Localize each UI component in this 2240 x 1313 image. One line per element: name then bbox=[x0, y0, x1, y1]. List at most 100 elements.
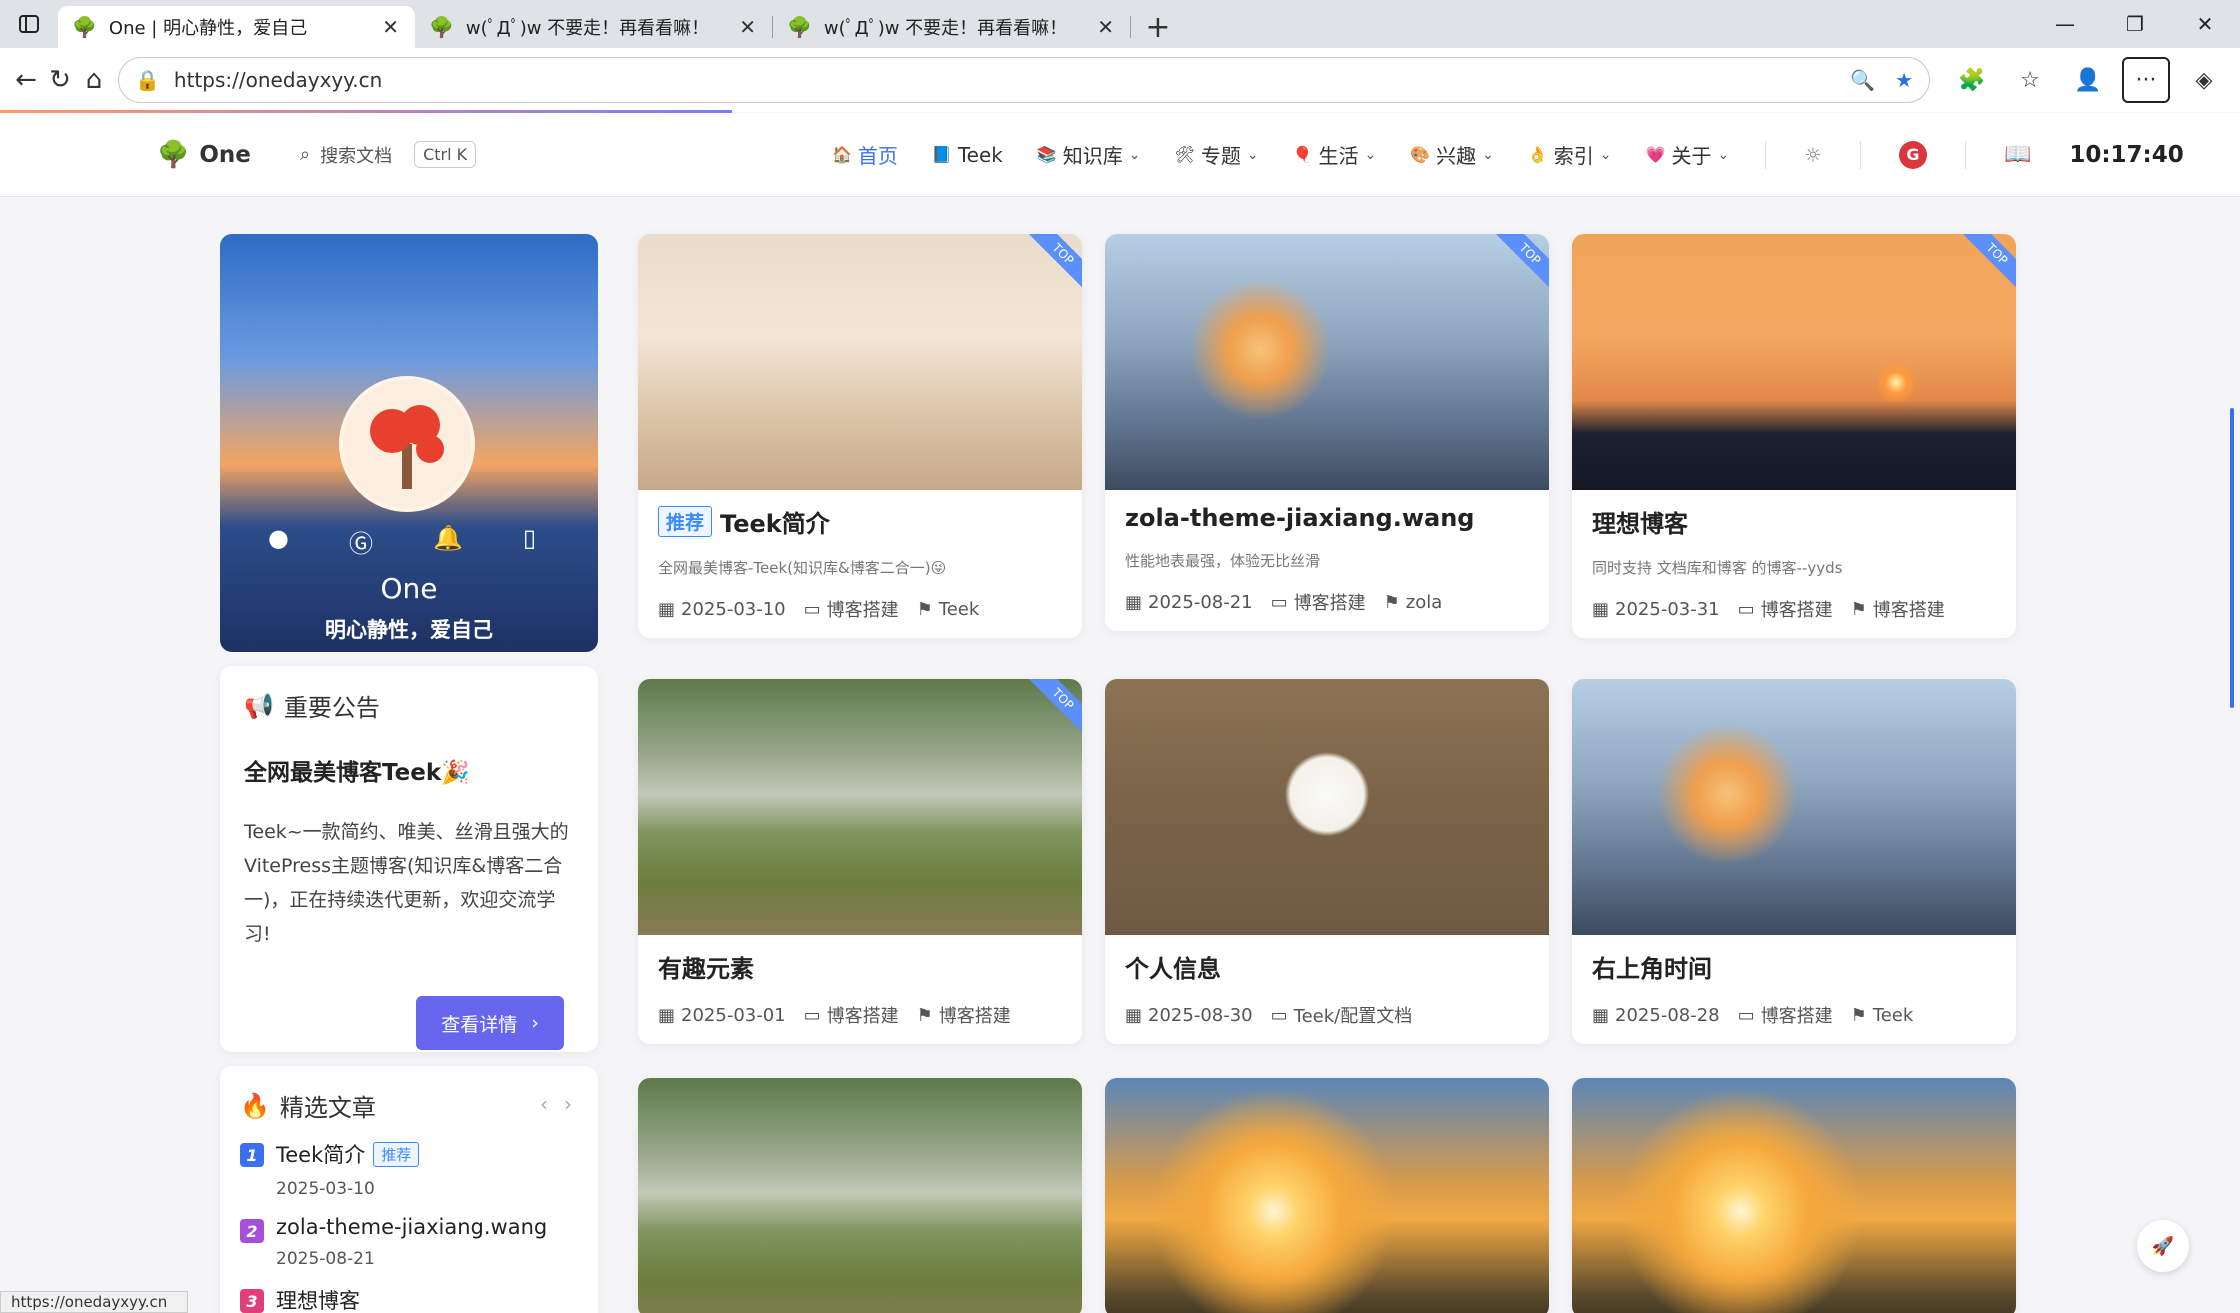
nav-label: 兴趣 bbox=[1436, 144, 1477, 168]
reading-mode-icon[interactable]: 📖 bbox=[2004, 142, 2031, 167]
browser-tab-2[interactable]: 🌳 w(ﾟДﾟ)w 不要走！再看看嘛！ ✕ bbox=[415, 6, 772, 48]
post-title[interactable]: 右上角时间 bbox=[1592, 949, 1712, 984]
copilot-icon[interactable]: ◈ bbox=[2180, 57, 2228, 103]
post-title[interactable]: Teek简介 bbox=[720, 504, 830, 539]
post-tag[interactable]: ⚑ 博客搭建 bbox=[917, 1002, 1011, 1028]
mobile-icon[interactable]: ▯ bbox=[523, 524, 536, 559]
featured-posts-card: 🔥 精选文章 ‹ › 1 Teek简介 推荐 2025-03-10 2 zola-them… bbox=[220, 1066, 598, 1313]
post-card[interactable] bbox=[1572, 1078, 2016, 1313]
close-tab-icon[interactable]: ✕ bbox=[739, 15, 756, 39]
post-cover-image bbox=[1572, 679, 2016, 935]
featured-title: zola-theme-jiaxiang.wang bbox=[276, 1215, 548, 1239]
post-tag[interactable]: ⚑ 博客搭建 bbox=[1851, 596, 1945, 622]
back-to-top-button[interactable]: 🚀 bbox=[2137, 1220, 2189, 1272]
chevron-left-icon[interactable]: ‹ bbox=[540, 1092, 548, 1116]
post-card[interactable]: TOP 理想博客 同时支持 文档库和博客 的博客--yyds ▦ 2025-03-31 ▭… bbox=[1572, 234, 2016, 638]
post-tag-text: zola bbox=[1405, 591, 1443, 613]
theme-toggle-icon[interactable]: ☼ bbox=[1804, 143, 1822, 167]
post-title[interactable]: 个人信息 bbox=[1125, 949, 1221, 984]
avatar[interactable] bbox=[339, 376, 475, 512]
favorite-star-icon[interactable]: ★ bbox=[1895, 68, 1913, 92]
post-title[interactable]: 有趣元素 bbox=[658, 949, 754, 984]
site-info-icon[interactable]: 🔒 bbox=[135, 68, 160, 92]
post-category[interactable]: ▭ Teek/配置文档 bbox=[1271, 1002, 1413, 1028]
post-card[interactable] bbox=[1105, 1078, 1549, 1313]
sidebar-toggle-icon[interactable] bbox=[0, 0, 58, 48]
scrollbar[interactable] bbox=[2230, 408, 2234, 708]
reload-icon[interactable]: ↻ bbox=[46, 57, 74, 103]
more-menu-icon[interactable]: ··· bbox=[2122, 57, 2170, 103]
qq-icon[interactable]: 🔔 bbox=[433, 524, 463, 559]
featured-item[interactable]: 2 zola-theme-jiaxiang.wang 2025-08-21 bbox=[240, 1215, 578, 1269]
calendar-icon: ▦ bbox=[1125, 1004, 1143, 1026]
post-card[interactable]: TOP zola-theme-jiaxiang.wang 性能地表最强，体验无比丝滑… bbox=[1105, 234, 1549, 631]
view-details-button[interactable]: 查看详情 › bbox=[416, 996, 564, 1050]
recommend-badge: 推荐 bbox=[658, 506, 713, 537]
nav-item-4[interactable]: 🎈 生活 ⌄ bbox=[1293, 140, 1377, 169]
browser-tab-3[interactable]: 🌳 w(ﾟДﾟ)w 不要走！再看看嘛！ ✕ bbox=[773, 6, 1130, 48]
chevron-right-icon[interactable]: › bbox=[564, 1092, 572, 1116]
search-button[interactable]: ⌕ 搜索文档 Ctrl K bbox=[300, 141, 477, 168]
post-category[interactable]: ▭ 博客搭建 bbox=[1271, 589, 1366, 615]
favorites-icon[interactable]: ☆ bbox=[2006, 57, 2054, 103]
fire-icon: 🔥 bbox=[240, 1091, 270, 1120]
heart-icon: 💗 bbox=[1645, 145, 1666, 164]
folder-icon: ▭ bbox=[1737, 1004, 1755, 1026]
post-card[interactable]: TOP 有趣元素 ▦ 2025-03-01 ▭ 博客搭建 ⚑ 博客搭建 bbox=[638, 679, 1082, 1044]
post-date-text: 2025-03-10 bbox=[681, 598, 786, 620]
nav-item-3[interactable]: 🛠 专题 ⌄ bbox=[1175, 140, 1259, 169]
post-category-text: 博客搭建 bbox=[826, 600, 899, 621]
post-card[interactable] bbox=[638, 1078, 1082, 1313]
featured-item[interactable]: 3 理想博客 bbox=[240, 1285, 578, 1313]
nav-item-6[interactable]: 👌 索引 ⌄ bbox=[1528, 140, 1612, 169]
restore-icon[interactable]: ❐ bbox=[2100, 0, 2170, 48]
post-title[interactable]: 理想博客 bbox=[1592, 504, 1688, 539]
post-tag[interactable]: ⚑ Teek bbox=[917, 596, 980, 622]
post-date-text: 2025-03-31 bbox=[1615, 598, 1720, 620]
chevron-down-icon: ⌄ bbox=[1364, 146, 1377, 163]
window-close-icon[interactable]: ✕ bbox=[2170, 0, 2240, 48]
post-title[interactable]: zola-theme-jiaxiang.wang bbox=[1125, 504, 1475, 532]
top-ribbon: TOP bbox=[1491, 234, 1549, 293]
minimize-icon[interactable]: — bbox=[2030, 0, 2100, 48]
featured-date: 2025-08-21 bbox=[276, 1249, 375, 1269]
tools-icon: 🛠 bbox=[1174, 145, 1195, 164]
post-card[interactable]: TOP 推荐 Teek简介 全网最美博客-Teek(知识库&博客二合一)😜 ▦ 2025-… bbox=[638, 234, 1082, 638]
post-card[interactable]: 个人信息 ▦ 2025-08-30 ▭ Teek/配置文档 bbox=[1105, 679, 1549, 1044]
view-details-label: 查看详情 bbox=[441, 1013, 518, 1036]
nav-item-5[interactable]: 🎨 兴趣 ⌄ bbox=[1410, 140, 1494, 169]
gitee-icon[interactable]: Ⓖ bbox=[349, 524, 373, 559]
site-logo[interactable]: 🌳 One bbox=[157, 140, 251, 170]
github-icon[interactable]: ● bbox=[268, 524, 289, 559]
back-icon[interactable]: ← bbox=[12, 57, 40, 103]
url-input[interactable]: 🔒 https://onedayxyy.cn 🔍 ★ bbox=[118, 57, 1930, 103]
close-tab-icon[interactable]: ✕ bbox=[382, 15, 399, 39]
calendar-icon: ▦ bbox=[1592, 1004, 1610, 1026]
post-tag[interactable]: ⚑ zola bbox=[1384, 589, 1443, 615]
home-icon[interactable]: ⌂ bbox=[80, 57, 108, 103]
nav-item-7[interactable]: 💗 关于 ⌄ bbox=[1646, 140, 1730, 169]
post-category[interactable]: ▭ 博客搭建 bbox=[804, 1002, 899, 1028]
post-tag[interactable]: ⚑ Teek bbox=[1851, 1002, 1914, 1028]
nav-item-2[interactable]: 📚 知识库 ⌄ bbox=[1037, 140, 1141, 169]
post-category-text: 博客搭建 bbox=[826, 1006, 899, 1027]
zoom-icon[interactable]: 🔍 bbox=[1850, 68, 1875, 92]
extensions-icon[interactable]: 🧩 bbox=[1948, 57, 1996, 103]
new-tab-button[interactable]: + bbox=[1131, 6, 1185, 48]
close-tab-icon[interactable]: ✕ bbox=[1097, 15, 1114, 39]
bookmark-icon: ⚑ bbox=[1850, 1004, 1867, 1026]
post-category[interactable]: ▭ 博客搭建 bbox=[804, 596, 899, 622]
post-category[interactable]: ▭ 博客搭建 bbox=[1738, 596, 1833, 622]
featured-item[interactable]: 1 Teek简介 推荐 2025-03-10 bbox=[240, 1139, 578, 1199]
home-icon: 🏠 bbox=[832, 145, 852, 164]
post-date-text: 2025-08-28 bbox=[1615, 1004, 1720, 1026]
nav-item-0[interactable]: 🏠 首页 bbox=[832, 140, 898, 169]
browser-tab-1[interactable]: 🌳 One | 明心静性，爱自己 ✕ bbox=[58, 6, 415, 48]
profile-avatar[interactable]: 👤 bbox=[2064, 57, 2112, 103]
post-category[interactable]: ▭ 博客搭建 bbox=[1738, 1002, 1833, 1028]
top-ribbon: TOP bbox=[1024, 234, 1082, 293]
post-card[interactable]: 右上角时间 ▦ 2025-08-28 ▭ 博客搭建 ⚑ Teek bbox=[1572, 679, 2016, 1044]
nav-item-1[interactable]: 📘 Teek bbox=[932, 143, 1003, 167]
gitee-icon[interactable]: G bbox=[1898, 140, 1927, 169]
top-ribbon: TOP bbox=[1958, 234, 2016, 293]
